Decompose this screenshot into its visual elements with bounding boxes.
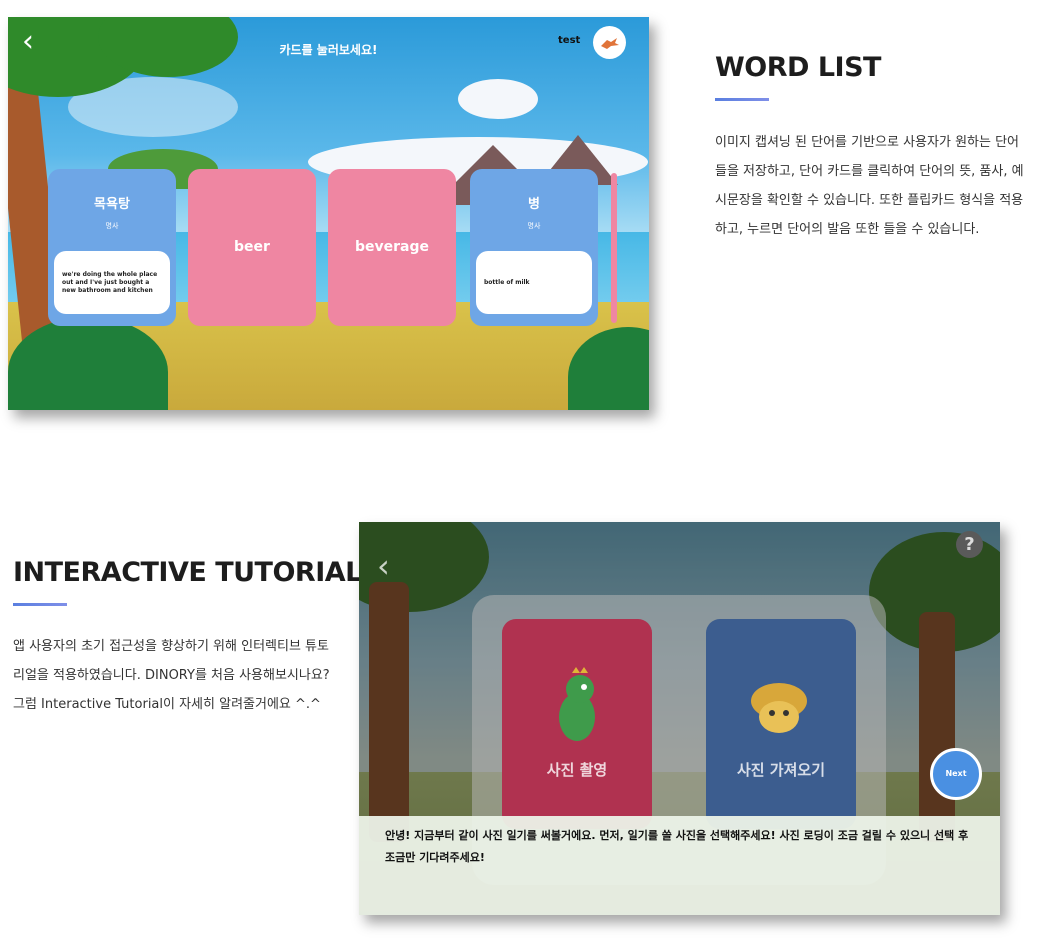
card-example-sentence: we're doing the whole place out and I've… (54, 251, 170, 314)
screen-title: 카드를 눌러보세요! (279, 43, 378, 57)
card-part-of-speech: 명사 (105, 222, 119, 230)
card-word: 목욕탕 (94, 197, 130, 212)
word-list-description: 이미지 캡셔닝 된 단어를 기반으로 사용자가 원하는 단어들을 저장하고, 단… (715, 135, 1024, 237)
back-button[interactable]: ‹ (377, 547, 390, 585)
heading-underline (715, 98, 769, 101)
dinosaur-icon (600, 37, 619, 49)
tutorial-screenshot: ‹ ? 사진 촬영 사진 가져오기 Next 안녕! 지금부터 같이 사진 일기… (359, 522, 1000, 915)
take-photo-label: 사진 촬영 (546, 761, 608, 779)
card-example-sentence: bottle of milk (476, 251, 592, 314)
word-card[interactable]: 목욕탕 명사 we're doing the whole place out a… (48, 169, 176, 326)
next-button[interactable]: Next (930, 748, 982, 800)
take-photo-button[interactable]: 사진 촬영 (502, 619, 652, 829)
word-card[interactable]: 병 명사 bottle of milk (470, 169, 598, 326)
word-list-heading: WORD LIST (715, 52, 881, 83)
tutorial-tooltip: 안녕! 지금부터 같이 사진 일기를 써볼거에요. 먼저, 일기를 쓸 사진을 … (359, 816, 1000, 915)
heading-underline (13, 603, 67, 606)
help-button[interactable]: ? (956, 531, 983, 558)
scrollbar[interactable] (611, 173, 617, 323)
word-list-screenshot: ‹ 카드를 눌러보세요! test 목욕탕 명사 we're doing the… (8, 17, 649, 410)
avatar[interactable] (593, 26, 626, 59)
load-photo-button[interactable]: 사진 가져오기 (706, 619, 856, 829)
word-card[interactable]: beverage (328, 169, 456, 326)
load-photo-label: 사진 가져오기 (736, 761, 826, 779)
card-word: beer (234, 239, 270, 255)
card-word: 병 (528, 197, 540, 212)
yellow-dinosaur-icon (751, 683, 807, 733)
tutorial-description: 앱 사용자의 초기 접근성을 향상하기 위해 인터렉티브 튜토리얼을 적용하였습… (13, 639, 330, 712)
tutorial-heading: INTERACTIVE TUTORIAL (13, 557, 362, 588)
card-part-of-speech: 명사 (527, 222, 541, 230)
green-dinosaur-icon (559, 667, 595, 741)
tutorial-tooltip-text: 안녕! 지금부터 같이 사진 일기를 써볼거에요. 먼저, 일기를 쓸 사진을 … (385, 829, 969, 864)
volcano-smoke (458, 79, 538, 119)
word-card[interactable]: beer (188, 169, 316, 326)
user-name: test (558, 35, 581, 46)
card-word: beverage (354, 239, 429, 255)
